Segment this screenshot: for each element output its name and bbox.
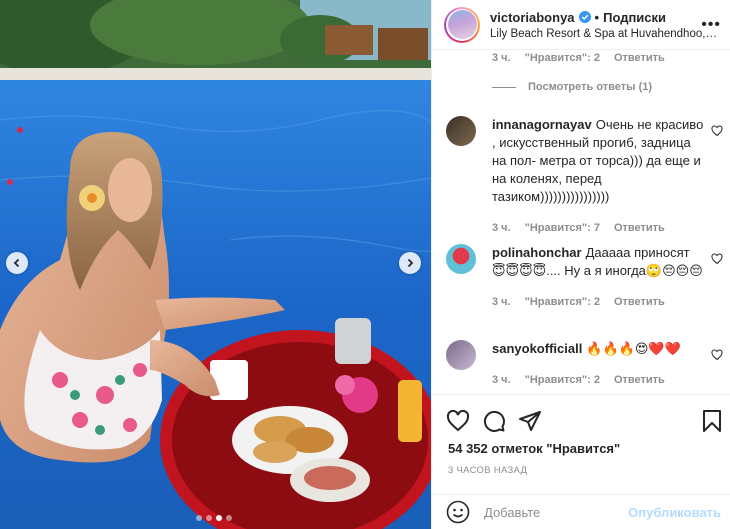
reply-button[interactable]: Ответить: [614, 52, 665, 64]
comment-username[interactable]: innanagornayav: [492, 117, 592, 132]
commenter-avatar[interactable]: [446, 244, 476, 274]
view-replies-label: Посмотреть ответы (1): [528, 81, 653, 93]
comment-likes[interactable]: "Нравится": 7: [525, 219, 600, 237]
comment-item: polinahonchar Дааааа приносят 😇😇😇😇.... Ну…: [446, 244, 730, 311]
like-comment-heart-icon[interactable]: [711, 125, 723, 137]
carousel-indicator: [196, 515, 232, 521]
comment-username[interactable]: sanyokofficiall: [492, 341, 582, 356]
comment-time: 3 ч.: [492, 52, 511, 64]
post-image: [0, 0, 431, 529]
commenter-avatar[interactable]: [446, 116, 476, 146]
view-replies-button[interactable]: Посмотреть ответы (1): [492, 81, 652, 93]
comment-input[interactable]: Добавьте: [484, 505, 628, 520]
post-panel: victoriabonya • Подписки Lily Beach Reso…: [431, 0, 730, 529]
post-location[interactable]: Lily Beach Resort & Spa at Huvahendhoo, …: [490, 28, 718, 40]
chevron-left-icon: [13, 258, 20, 268]
following-button[interactable]: Подписки: [603, 10, 666, 25]
next-image-button[interactable]: [399, 252, 421, 274]
verified-badge-icon: [578, 11, 591, 23]
carousel-dot: [206, 515, 212, 521]
reply-button[interactable]: Ответить: [614, 293, 665, 311]
comment-time: 3 ч.: [492, 296, 511, 308]
comment-likes[interactable]: "Нравится": 2: [525, 293, 600, 311]
like-comment-heart-icon[interactable]: [711, 253, 723, 265]
comment-icon[interactable]: [482, 409, 506, 433]
post-photo[interactable]: [0, 0, 431, 529]
publish-button[interactable]: Опубликовать: [628, 505, 721, 520]
carousel-dot-active: [216, 515, 222, 521]
bookmark-icon[interactable]: [700, 409, 724, 433]
more-options-button[interactable]: •••: [701, 16, 721, 34]
comment-likes[interactable]: "Нравится": 2: [525, 371, 600, 389]
reply-button[interactable]: Ответить: [614, 371, 665, 389]
comment-meta-row: 3 ч. "Нравится": 2 Ответить: [492, 52, 665, 64]
post-header: victoriabonya • Подписки Lily Beach Reso…: [432, 0, 730, 49]
comment-time: 3 ч.: [492, 222, 511, 234]
header-separator: •: [594, 9, 600, 25]
share-icon[interactable]: [518, 409, 542, 433]
post-time[interactable]: 3 ЧАСОВ НАЗАД: [448, 465, 527, 476]
add-comment-row: Добавьте Опубликовать: [432, 494, 730, 529]
comment-item: sanyokofficiall 🔥🔥🔥😍❤️❤️ 3 ч. "Нравится":…: [446, 340, 730, 389]
comment-item: innanagornayav Очень не красиво , искусст…: [446, 116, 730, 237]
like-comment-heart-icon[interactable]: [711, 349, 723, 361]
comment-time: 3 ч.: [492, 374, 511, 386]
carousel-dot: [226, 515, 232, 521]
previous-image-button[interactable]: [6, 252, 28, 274]
comment-text: 🔥🔥🔥😍❤️❤️: [586, 341, 681, 356]
replies-divider-line: [492, 86, 516, 88]
comment-likes[interactable]: "Нравится": 2: [525, 52, 600, 64]
carousel-dot: [196, 515, 202, 521]
post-actions: 54 352 отметок "Нравится" 3 ЧАСОВ НАЗАД: [432, 394, 730, 494]
commenter-avatar[interactable]: [446, 340, 476, 370]
comment-username[interactable]: polinahonchar: [492, 245, 582, 260]
heart-icon[interactable]: [446, 409, 470, 433]
author-username[interactable]: victoriabonya: [490, 10, 575, 25]
emoji-icon[interactable]: [446, 500, 470, 524]
comments-list[interactable]: 3 ч. "Нравится": 2 Ответить Посмотреть о…: [432, 49, 730, 394]
author-avatar[interactable]: [444, 6, 480, 43]
likes-count[interactable]: 54 352 отметок "Нравится": [448, 441, 620, 456]
chevron-right-icon: [407, 258, 414, 268]
reply-button[interactable]: Ответить: [614, 219, 665, 237]
